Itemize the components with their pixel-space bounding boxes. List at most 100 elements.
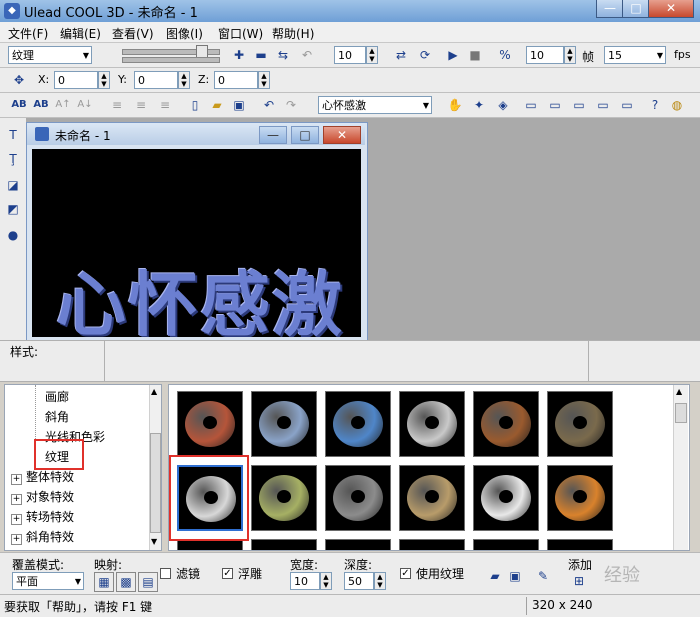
text-style-icon[interactable]: AB [10, 96, 28, 114]
camera-view-1-icon[interactable]: ▭ [522, 96, 540, 114]
y-input[interactable]: 0 [134, 71, 178, 89]
camera-view-4-icon[interactable]: ▭ [594, 96, 612, 114]
open-folder-icon[interactable]: ▰ [208, 96, 226, 114]
texture-preview-icon[interactable]: ▣ [506, 567, 524, 585]
save-icon[interactable]: ▣ [230, 96, 248, 114]
mode-select[interactable]: 纹理 ▼ [8, 46, 92, 64]
texture-thumbnail-partial[interactable] [473, 539, 539, 550]
texture-thumbnail[interactable] [399, 465, 465, 531]
tree-item-global-effects[interactable]: + 整体特效 [11, 467, 74, 487]
tree-item-gallery[interactable]: 画廊 [45, 387, 69, 407]
align-right-icon[interactable]: ≡ [156, 96, 174, 114]
z-input[interactable]: 0 [214, 71, 258, 89]
size-tool-icon[interactable]: ◈ [494, 96, 512, 114]
texture-thumbnail[interactable] [547, 465, 613, 531]
depth-input[interactable]: 50 [344, 572, 374, 590]
camera-view-3-icon[interactable]: ▭ [570, 96, 588, 114]
expand-icon[interactable]: + [11, 534, 22, 545]
mapping-2-icon[interactable]: ▩ [116, 572, 136, 592]
hand-tool-icon[interactable]: ✋ [446, 96, 464, 114]
width-input[interactable]: 10 [290, 572, 320, 590]
insert-graphic-icon[interactable]: ◪ [4, 176, 22, 194]
range-slider[interactable] [122, 57, 220, 63]
texture-thumbnail[interactable] [399, 391, 465, 457]
menu-image[interactable]: 图像(I) [166, 25, 203, 42]
remove-keyframe-icon[interactable]: ▬ [252, 46, 270, 64]
filter-checkbox[interactable] [160, 568, 171, 579]
undo-keyframe-icon[interactable]: ↶ [298, 46, 316, 64]
texture-thumbnail-partial[interactable] [251, 539, 317, 550]
scroll-down-icon[interactable]: ▼ [151, 537, 157, 546]
texture-thumbnail[interactable] [473, 391, 539, 457]
insert-shape-icon[interactable]: ● [4, 226, 22, 244]
texture-thumbnail[interactable] [325, 465, 391, 531]
mapping-1-icon[interactable]: ▦ [94, 572, 114, 592]
camera-view-5-icon[interactable]: ▭ [618, 96, 636, 114]
depth-spinner[interactable]: ▲ ▼ [374, 572, 386, 590]
rotate-tool-icon[interactable]: ✦ [470, 96, 488, 114]
help-pointer-icon[interactable]: ? [646, 96, 664, 114]
close-button[interactable]: ✕ [648, 0, 694, 18]
document-minimize-button[interactable]: — [259, 126, 287, 144]
fps-select[interactable]: 15 ▼ [604, 46, 666, 64]
frames-spinner[interactable]: ▲ ▼ [564, 46, 576, 64]
gallery-scrollbar[interactable]: ▲ [673, 385, 688, 550]
render-canvas[interactable]: 心怀感激 [32, 149, 361, 337]
scroll-up-icon[interactable]: ▲ [151, 387, 157, 396]
undo-icon[interactable]: ↶ [260, 96, 278, 114]
scroll-thumb[interactable] [150, 433, 161, 533]
texture-thumbnail[interactable] [325, 391, 391, 457]
menu-window[interactable]: 窗口(W) [218, 25, 263, 42]
menu-edit[interactable]: 编辑(E) [60, 25, 101, 42]
document-maximize-button[interactable]: □ [291, 126, 319, 144]
expand-icon[interactable]: + [11, 474, 22, 485]
align-left-icon[interactable]: ≡ [108, 96, 126, 114]
text-object-select[interactable]: 心怀感激 ▼ [318, 96, 432, 114]
globe-icon[interactable]: ◍ [668, 96, 686, 114]
edit-graphic-icon[interactable]: ◩ [4, 200, 22, 218]
mapping-3-icon[interactable]: ▤ [138, 572, 158, 592]
text-size-down-icon[interactable]: A↓ [76, 96, 94, 114]
load-texture-icon[interactable]: ▰ [486, 567, 504, 585]
reverse-keyframe-icon[interactable]: ⇆ [274, 46, 292, 64]
refresh-icon[interactable]: ⟳ [416, 46, 434, 64]
texture-thumbnail-partial[interactable] [399, 539, 465, 550]
scroll-thumb[interactable] [675, 403, 687, 423]
tree-scrollbar[interactable]: ▲ ▼ [149, 385, 161, 550]
x-spinner[interactable]: ▲ ▼ [98, 71, 110, 89]
frames-input[interactable]: 10 [526, 46, 564, 64]
camera-view-2-icon[interactable]: ▭ [546, 96, 564, 114]
tree-item-transition-effects[interactable]: + 转场特效 [11, 507, 74, 527]
tree-item-bevel-effects[interactable]: + 斜角特效 [11, 527, 74, 547]
cover-mode-select[interactable]: 平面 ▼ [12, 572, 84, 590]
percent-icon[interactable]: % [496, 46, 514, 64]
new-file-icon[interactable]: ▯ [186, 96, 204, 114]
add-keyframe-icon[interactable]: ✚ [230, 46, 248, 64]
minimize-button[interactable]: — [596, 0, 624, 18]
play-icon[interactable]: ▶ [444, 46, 462, 64]
maximize-button[interactable]: □ [622, 0, 650, 18]
edit-texture-icon[interactable]: ✎ [534, 567, 552, 585]
menu-file[interactable]: 文件(F) [8, 25, 48, 42]
texture-thumbnail-partial[interactable] [325, 539, 391, 550]
texture-thumbnail[interactable] [547, 391, 613, 457]
menu-view[interactable]: 查看(V) [112, 25, 154, 42]
insert-text-icon[interactable]: T [4, 126, 22, 144]
stop-icon[interactable]: ■ [466, 46, 484, 64]
text-size-up-icon[interactable]: A↑ [54, 96, 72, 114]
y-spinner[interactable]: ▲ ▼ [178, 71, 190, 89]
x-input[interactable]: 0 [54, 71, 98, 89]
width-spinner[interactable]: ▲ ▼ [320, 572, 332, 590]
frame-spinner[interactable]: ▲ ▼ [366, 46, 378, 64]
tree-item-bevel[interactable]: 斜角 [45, 407, 69, 427]
use-texture-checkbox[interactable]: ✓ [400, 568, 411, 579]
tree-item-object-effects[interactable]: + 对象特效 [11, 487, 74, 507]
texture-thumbnail[interactable] [251, 465, 317, 531]
expand-icon[interactable]: + [11, 494, 22, 505]
add-to-gallery-icon[interactable]: ⊞ [570, 572, 588, 590]
texture-thumbnail[interactable] [473, 465, 539, 531]
emboss-checkbox[interactable]: ✓ [222, 568, 233, 579]
texture-thumbnail[interactable] [251, 391, 317, 457]
document-close-button[interactable]: ✕ [323, 126, 361, 144]
text-bold-icon[interactable]: AB [32, 96, 50, 114]
